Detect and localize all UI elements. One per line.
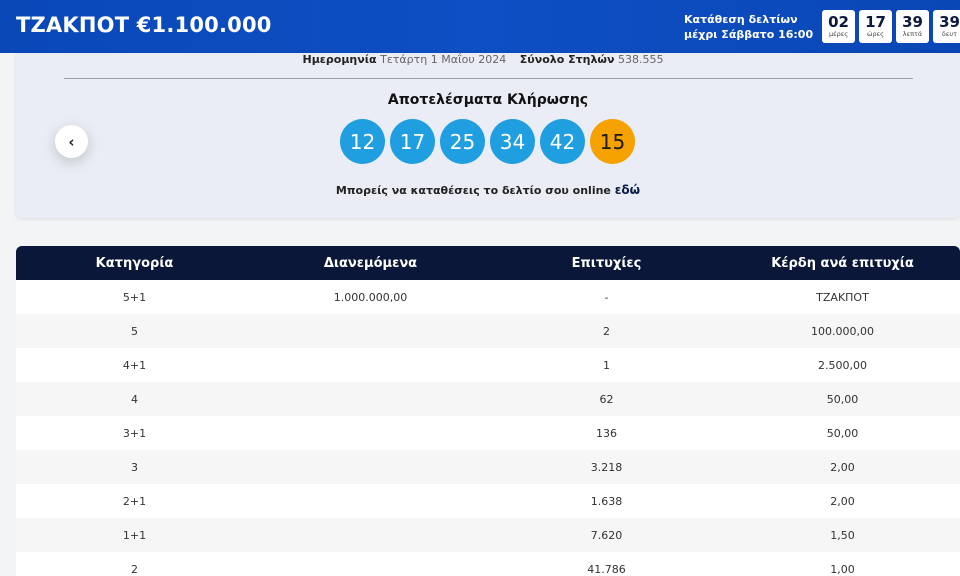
draw-date-label: Ημερομηνία bbox=[302, 53, 377, 66]
countdown-timer: 02 μέρες 17 ώρες 39 λεπτά 39 δευτ bbox=[822, 10, 960, 43]
cell-prize: 50,00 bbox=[826, 426, 859, 440]
cell-prize: 1,50 bbox=[830, 528, 855, 542]
cell-winners: 62 bbox=[599, 392, 614, 406]
drawn-numbers: 12 17 25 34 42 15 bbox=[340, 119, 635, 164]
table-row: 5 2 100.000,00 bbox=[16, 314, 960, 348]
table-row: 2 41.786 1,00 bbox=[16, 552, 960, 576]
online-submit-link[interactable]: εδώ bbox=[615, 183, 640, 197]
number-ball: 17 bbox=[390, 119, 435, 164]
cell-winners: 1.638 bbox=[590, 494, 623, 508]
cell-winners: - bbox=[604, 290, 609, 304]
cell-category: 2+1 bbox=[122, 494, 147, 508]
number-ball: 25 bbox=[440, 119, 485, 164]
draw-results-card: Ημερομηνία Τετάρτη 1 Μαΐου 2024 Σύνολο Σ… bbox=[16, 53, 960, 218]
cell-winners: 7.620 bbox=[590, 528, 623, 542]
table-body: 5+1 1.000.000,00 - ΤΖΑΚΠΟΤ 5 2 100.000,0… bbox=[16, 280, 960, 576]
table-row: 3+1 136 50,00 bbox=[16, 416, 960, 450]
chevron-left-icon: ‹ bbox=[68, 132, 75, 151]
cell-category: 1+1 bbox=[122, 528, 147, 542]
cell-prize: 1,00 bbox=[830, 562, 855, 576]
cell-prize: 2.500,00 bbox=[818, 358, 867, 372]
deadline-line-2: μέχρι Σάββατο 16:00 bbox=[684, 28, 814, 41]
joker-ball: 15 bbox=[590, 119, 635, 164]
divider bbox=[64, 78, 913, 79]
header-distributed: Διανεμόμενα bbox=[323, 255, 418, 271]
cell-winners: 41.786 bbox=[587, 562, 626, 576]
cell-category: 3 bbox=[131, 460, 138, 474]
previous-draw-button[interactable]: ‹ bbox=[55, 125, 88, 158]
total-columns-label: Σύνολο Στηλών bbox=[519, 53, 615, 66]
draw-date-value: Τετάρτη 1 Μαΐου 2024 bbox=[380, 53, 507, 66]
cell-category: 2 bbox=[131, 562, 138, 576]
online-submit-text: Μπορείς να καταθέσεις το δελτίο σου onli… bbox=[16, 183, 960, 197]
number-ball: 42 bbox=[540, 119, 585, 164]
cell-prize: 2,00 bbox=[830, 460, 855, 474]
countdown-minutes-unit: λεπτά bbox=[902, 30, 923, 38]
countdown-seconds: 39 δευτ bbox=[933, 10, 960, 43]
countdown-days: 02 μέρες bbox=[822, 10, 855, 43]
results-heading: Αποτελέσματα Κλήρωσης bbox=[387, 92, 589, 108]
top-bar: ΤΖΑΚΠΟΤ €1.100.000 Κατάθεση δελτίων μέχρ… bbox=[0, 0, 960, 53]
cell-winners: 136 bbox=[596, 426, 617, 440]
jackpot-title: ΤΖΑΚΠΟΤ €1.100.000 bbox=[16, 13, 272, 37]
table-row: 5+1 1.000.000,00 - ΤΖΑΚΠΟΤ bbox=[16, 280, 960, 314]
header-category: Κατηγορία bbox=[95, 255, 174, 271]
cell-winners: 1 bbox=[603, 358, 610, 372]
deadline-line-1: Κατάθεση δελτίων bbox=[684, 13, 798, 26]
table-row: 3 3.218 2,00 bbox=[16, 450, 960, 484]
ticket-deadline: Κατάθεση δελτίων μέχρι Σάββατο 16:00 bbox=[684, 12, 813, 42]
countdown-days-value: 02 bbox=[828, 13, 849, 31]
header-winners: Επιτυχίες bbox=[571, 255, 642, 271]
table-row: 4 62 50,00 bbox=[16, 382, 960, 416]
cell-prize: 100.000,00 bbox=[811, 324, 874, 338]
cell-prize: 2,00 bbox=[830, 494, 855, 508]
countdown-minutes: 39 λεπτά bbox=[896, 10, 929, 43]
table-row: 4+1 1 2.500,00 bbox=[16, 348, 960, 382]
online-submit-label: Μπορείς να καταθέσεις το δελτίο σου onli… bbox=[335, 184, 611, 197]
countdown-days-unit: μέρες bbox=[828, 30, 849, 38]
table-header: Κατηγορία Διανεμόμενα Επιτυχίες Κέρδη αν… bbox=[16, 246, 960, 280]
cell-category: 5+1 bbox=[122, 290, 147, 304]
cell-category: 5 bbox=[131, 324, 138, 338]
cell-prize: 50,00 bbox=[826, 392, 859, 406]
cell-winners: 2 bbox=[603, 324, 610, 338]
countdown-seconds-value: 39 bbox=[939, 13, 960, 31]
countdown-seconds-unit: δευτ bbox=[941, 30, 958, 38]
table-row: 2+1 1.638 2,00 bbox=[16, 484, 960, 518]
number-ball: 34 bbox=[490, 119, 535, 164]
countdown-hours-unit: ώρες bbox=[867, 30, 884, 38]
draw-meta: Ημερομηνία Τετάρτη 1 Μαΐου 2024 Σύνολο Σ… bbox=[16, 53, 960, 66]
cell-category: 4+1 bbox=[122, 358, 147, 372]
cell-winners: 3.218 bbox=[590, 460, 623, 474]
cell-category: 3+1 bbox=[122, 426, 147, 440]
countdown-minutes-value: 39 bbox=[902, 13, 923, 31]
cell-prize: ΤΖΑΚΠΟΤ bbox=[816, 290, 869, 304]
header-prize-per-winner: Κέρδη ανά επιτυχία bbox=[771, 255, 914, 271]
total-columns-value: 538.555 bbox=[618, 53, 664, 66]
prize-table: Κατηγορία Διανεμόμενα Επιτυχίες Κέρδη αν… bbox=[16, 246, 960, 576]
cell-category: 4 bbox=[131, 392, 138, 406]
cell-distributed: 1.000.000,00 bbox=[333, 290, 408, 304]
countdown-hours-value: 17 bbox=[865, 13, 886, 31]
countdown-hours: 17 ώρες bbox=[859, 10, 892, 43]
number-ball: 12 bbox=[340, 119, 385, 164]
table-row: 1+1 7.620 1,50 bbox=[16, 518, 960, 552]
